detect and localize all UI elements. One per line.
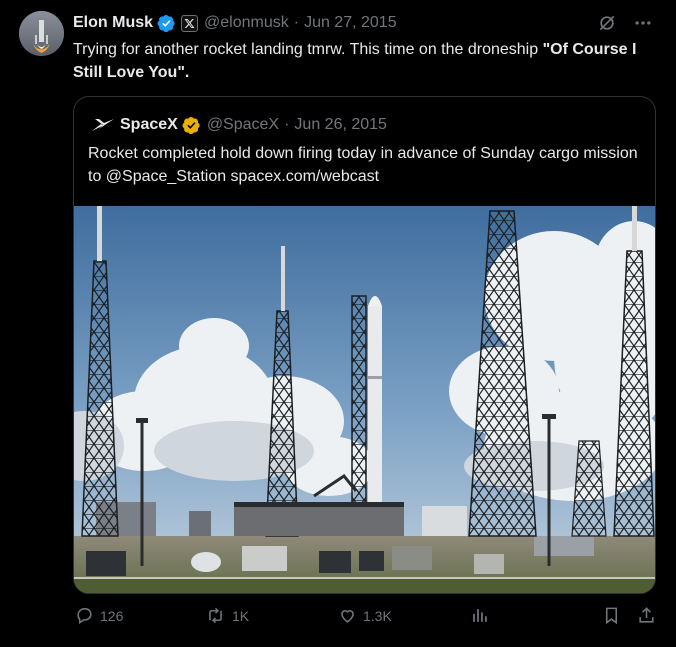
tweet-text: Trying for another rocket landing tmrw. …	[73, 38, 653, 84]
tweet-actions: 126 1K 1.3K	[0, 606, 676, 632]
tweet-text-plain: Trying for another rocket landing tmrw. …	[73, 41, 543, 58]
tweet-header: Elon Musk @elonmusk · Jun 27, 2015	[73, 12, 397, 34]
quoted-author-name[interactable]: SpaceX	[120, 116, 178, 134]
quoted-author-handle[interactable]: @SpaceX	[207, 116, 279, 134]
like-icon	[338, 606, 357, 625]
quoted-tweet-text: Rocket completed hold down firing today …	[88, 145, 638, 185]
tweet-top-actions	[596, 12, 654, 34]
like-button[interactable]: 1.3K	[338, 606, 392, 625]
launch-pad-photo[interactable]	[74, 206, 655, 593]
reply-count: 126	[100, 607, 124, 624]
gold-verified-badge-icon[interactable]	[182, 116, 201, 135]
views-button[interactable]	[470, 606, 489, 625]
views-icon	[470, 606, 489, 625]
share-button[interactable]	[637, 606, 656, 625]
quoted-tweet[interactable]: SpaceX @SpaceX · Jun 26, 2015 Rocket com…	[73, 96, 656, 594]
share-icon	[637, 606, 656, 625]
x-affiliate-icon[interactable]	[181, 14, 199, 32]
spacex-logo-icon	[91, 115, 115, 135]
quoted-date[interactable]: Jun 26, 2015	[294, 116, 387, 134]
reply-icon	[75, 606, 94, 625]
bookmark-button[interactable]	[602, 606, 621, 625]
quoted-separator: ·	[284, 116, 290, 133]
author-handle[interactable]: @elonmusk	[204, 14, 289, 32]
separator: ·	[293, 14, 300, 31]
tweet-date[interactable]: Jun 27, 2015	[304, 14, 397, 32]
verified-badge-icon[interactable]	[157, 14, 176, 33]
bookmark-icon	[602, 606, 621, 625]
repost-button[interactable]: 1K	[205, 606, 249, 625]
grok-icon[interactable]	[596, 12, 618, 34]
quoted-tweet-header: SpaceX @SpaceX · Jun 26, 2015	[91, 114, 387, 136]
repost-count: 1K	[232, 607, 250, 624]
more-icon[interactable]	[632, 12, 654, 34]
tweet[interactable]: Elon Musk @elonmusk · Jun 27, 2015 Tryin…	[0, 0, 676, 647]
reply-button[interactable]: 126	[75, 606, 123, 625]
like-count: 1.3K	[363, 607, 392, 624]
repost-icon	[205, 606, 226, 625]
author-name[interactable]: Elon Musk	[73, 14, 153, 32]
avatar[interactable]	[19, 11, 64, 56]
